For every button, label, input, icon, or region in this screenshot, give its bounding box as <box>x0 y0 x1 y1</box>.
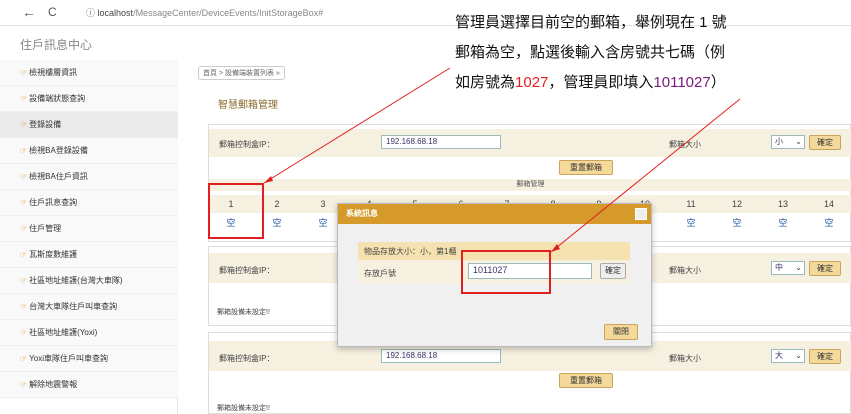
callout-line-3: 如房號為1027，管理員即填入1011027） <box>455 74 726 91</box>
callout-line-1: 管理員選擇目前空的郵箱，舉例現在 1 號 <box>455 14 727 31</box>
arrow-head-1 <box>264 176 273 183</box>
instruction-callout: 管理員選擇目前空的郵箱，舉例現在 1 號 郵箱為空，點選後輸入含房號共七碼（例 … <box>455 8 845 98</box>
callout-line-2: 郵箱為空，點選後輸入含房號共七碼（例 <box>455 44 726 61</box>
room-example: 1027 <box>515 74 549 91</box>
code-example: 1011027 <box>653 74 711 91</box>
arrow-line-2 <box>550 98 741 253</box>
arrow-line-1 <box>263 67 451 184</box>
